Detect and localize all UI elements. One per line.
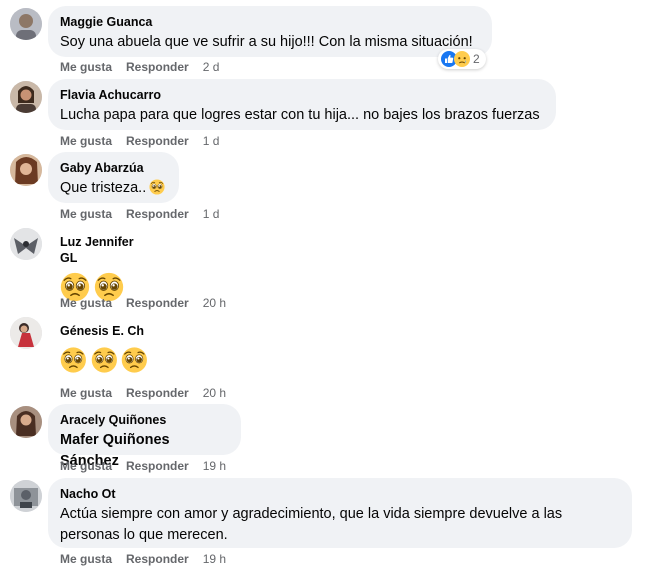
comment-actions: Me gusta Responder 20 h [60,295,240,311]
comment-bubble: Génesis E. Ch [48,315,160,331]
reply-button[interactable]: Responder [126,133,189,149]
like-button[interactable]: Me gusta [60,551,112,567]
reply-button[interactable]: Responder [126,458,189,474]
avatar[interactable] [10,317,42,349]
comment-author[interactable]: Nacho Ot [60,486,620,502]
pleading-face-icon [91,345,118,375]
comment-author[interactable]: Maggie Guanca [60,14,480,30]
like-button[interactable]: Me gusta [60,206,112,222]
comment-time[interactable]: 1 d [203,206,220,222]
comment-text: Lucha papa para que logres estar con tu … [60,107,540,123]
avatar[interactable] [10,8,42,40]
comment-bubble: Flavia Achucarro Lucha papa para que log… [48,79,556,130]
comment-actions: Me gusta Responder 2 d [60,59,233,75]
reply-button[interactable]: Responder [126,385,189,401]
like-button[interactable]: Me gusta [60,133,112,149]
comment-time[interactable]: 19 h [203,551,226,567]
avatar[interactable] [10,154,42,186]
comment-bubble: Aracely Quiñones Mafer Quiñones Sánchez [48,404,241,469]
comment-text: Que tristeza.. [60,178,167,199]
comment-bubble: Maggie Guanca Soy una abuela que ve sufr… [48,6,492,57]
reactions-summary[interactable]: 2 [438,49,486,69]
comment-bubble: Gaby Abarzúa Que tristeza.. [48,152,179,203]
comment-text: Actúa siempre con amor y agradecimiento,… [60,504,620,546]
comment-actions: Me gusta Responder 19 h [60,458,240,474]
comment-author[interactable]: Luz Jennifer GL [60,234,148,266]
comment-time[interactable]: 20 h [203,295,226,311]
pleading-face-icon [121,345,148,375]
comment-time[interactable]: 1 d [203,133,220,149]
comment-bubble: Nacho Ot Actúa siempre con amor y agrade… [48,478,632,548]
emoji-row [60,345,148,375]
avatar[interactable] [10,81,42,113]
comment-author[interactable]: Flavia Achucarro [60,87,544,103]
reply-button[interactable]: Responder [126,206,189,222]
comment-actions: Me gusta Responder 19 h [60,551,240,567]
comment-text-line: personas lo que merecen. [60,527,228,543]
comment-bubble: Luz Jennifer GL [48,226,160,242]
comment-text-line: Actúa siempre con amor y agradecimiento,… [60,506,563,522]
reply-button[interactable]: Responder [126,551,189,567]
comment-text: Soy una abuela que ve sufrir a su hijo!!… [60,34,473,50]
avatar[interactable] [10,480,42,512]
like-button[interactable]: Me gusta [60,295,112,311]
reply-button[interactable]: Responder [126,59,189,75]
comment-author[interactable]: Génesis E. Ch [60,323,148,339]
comment-text-content: Que tristeza.. [60,180,147,196]
like-button[interactable]: Me gusta [60,458,112,474]
sad-icon [454,51,470,67]
comment-author[interactable]: Aracely Quiñones [60,412,229,428]
pleading-face-icon [149,179,165,195]
comment-time[interactable]: 19 h [203,458,226,474]
avatar[interactable] [10,406,42,438]
avatar[interactable] [10,228,42,260]
comment-actions: Me gusta Responder 1 d [60,133,233,149]
like-button[interactable]: Me gusta [60,385,112,401]
pleading-face-icon [60,345,87,375]
comment-time[interactable]: 20 h [203,385,226,401]
comment-actions: Me gusta Responder 20 h [60,385,240,401]
comment-time[interactable]: 2 d [203,59,220,75]
like-button[interactable]: Me gusta [60,59,112,75]
reaction-count: 2 [473,52,480,66]
comment-author[interactable]: Gaby Abarzúa [60,160,167,176]
comment-actions: Me gusta Responder 1 d [60,206,233,222]
reply-button[interactable]: Responder [126,295,189,311]
